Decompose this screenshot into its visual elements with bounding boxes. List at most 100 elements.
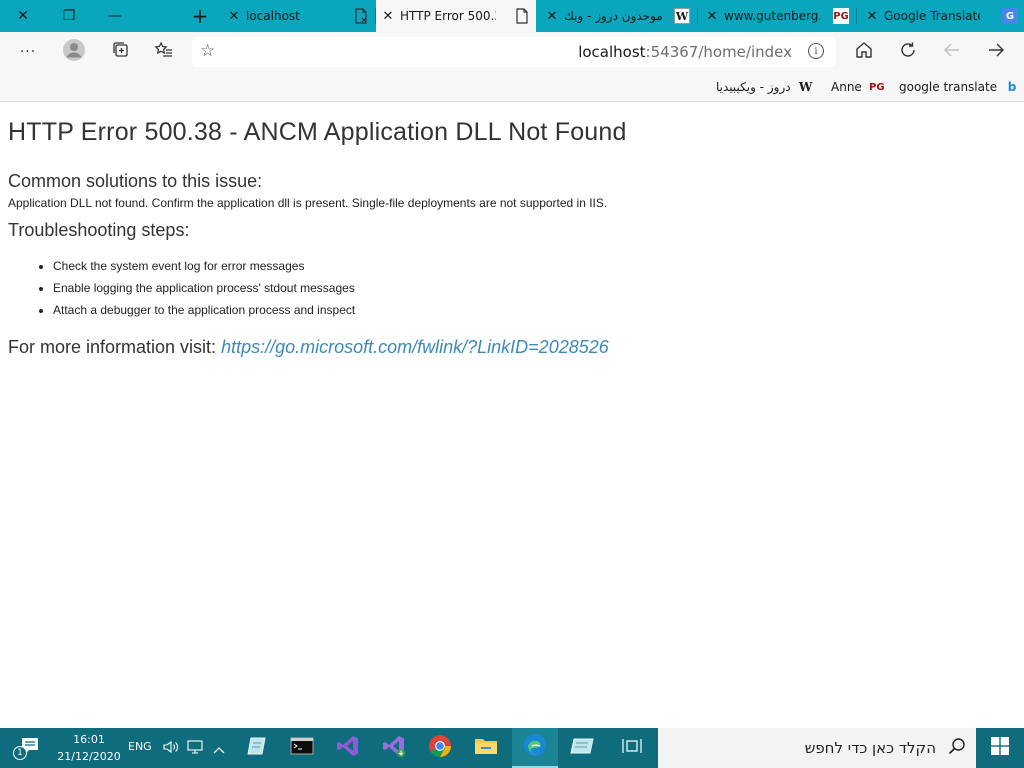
network-icon [187, 739, 203, 758]
favorites-list-icon [154, 41, 174, 64]
taskbar-app-notes[interactable] [236, 728, 278, 768]
visual-studio-icon [336, 734, 360, 762]
wikipedia-icon: W [798, 80, 813, 94]
settings-more-button[interactable]: ··· [12, 36, 44, 68]
volume-button[interactable] [160, 728, 182, 768]
page-icon [514, 8, 530, 24]
more-info-link[interactable]: https://go.microsoft.com/fwlink/?LinkID=… [221, 337, 609, 357]
notepad-icon [246, 736, 268, 760]
visual-studio-installer-icon [382, 734, 406, 762]
notification-icon: 1 [13, 736, 41, 760]
collections-button[interactable] [105, 36, 137, 68]
back-button[interactable] [980, 36, 1012, 68]
address-text[interactable]: localhost:54367/home/index [578, 43, 792, 61]
troubleshooting-heading: Troubleshooting steps: [8, 220, 190, 240]
tab-google-translate[interactable]: ✕ Google Translate G [860, 0, 1024, 32]
taskbar-app-chrome[interactable] [418, 728, 462, 768]
action-center-button[interactable]: 1 [8, 728, 52, 768]
notification-badge: 1 [13, 746, 27, 760]
start-button[interactable] [976, 728, 1024, 768]
forward-button[interactable] [936, 36, 968, 68]
tab-separator [856, 8, 857, 24]
gutenberg-icon: PG [869, 81, 885, 93]
star-icon[interactable]: ☆ [200, 41, 215, 61]
tab-title: Google Translate [884, 9, 980, 23]
tab-gutenberg[interactable]: ✕ www.gutenberg.o PG [700, 0, 855, 32]
clock-time: 16:01 [73, 733, 105, 746]
tab-title: HTTP Error 500.38 [400, 9, 496, 23]
tab-title: موحدون دروز - ويك [564, 9, 663, 23]
search-placeholder: הקלד כאן כדי לחפש [804, 739, 936, 757]
task-view-icon [622, 737, 642, 759]
info-icon[interactable]: i [808, 43, 824, 59]
close-tab-icon[interactable]: ✕ [860, 9, 884, 24]
more-icon: ··· [19, 44, 37, 60]
home-icon [855, 41, 873, 64]
restore-icon: ❐ [62, 8, 76, 24]
address-bar[interactable]: ☆ localhost:54367/home/index i [192, 37, 836, 67]
tab-separator [697, 8, 698, 24]
page-error-icon [353, 8, 369, 24]
tab-druze-wikipedia[interactable]: ✕ موحدون دروز - ويك W [540, 0, 696, 32]
clock[interactable]: 16:01 21/12/2020 [56, 731, 122, 765]
solutions-heading: Common solutions to this issue: [8, 171, 263, 191]
language-indicator[interactable]: ENG [128, 740, 152, 753]
task-view-button[interactable] [610, 728, 654, 768]
show-hidden-icons-button[interactable] [208, 728, 230, 768]
search-icon [948, 737, 966, 760]
taskbar-app-file-explorer[interactable] [464, 728, 508, 768]
troubleshooting-list: Check the system event log for error mes… [53, 255, 1008, 321]
close-tab-icon[interactable]: ✕ [540, 9, 564, 24]
page-title: HTTP Error 500.38 - ANCM Application DLL… [8, 118, 627, 146]
minimize-icon: — [108, 8, 122, 24]
favorites-bar: دروز - ويكيبيديا W Anne PG google transl… [0, 72, 1024, 102]
list-item: Enable logging the application process' … [53, 277, 1008, 299]
home-button[interactable] [848, 36, 880, 68]
favorite-druze-wikipedia[interactable]: دروز - ويكيبيديا W [716, 77, 815, 97]
list-item: Attach a debugger to the application pro… [53, 299, 1008, 321]
taskbar-app-edge[interactable] [512, 728, 558, 768]
gutenberg-icon: PG [833, 8, 849, 24]
close-window-button[interactable]: ✕ [0, 0, 46, 32]
more-info: For more information visit: https://go.m… [8, 337, 1008, 358]
close-tab-icon[interactable]: ✕ [376, 9, 400, 24]
tab-localhost[interactable]: ✕ localhost [222, 0, 375, 32]
taskbar-app-visual-studio-installer[interactable] [372, 728, 416, 768]
windows-taskbar: 1 16:01 21/12/2020 ENG הקלד כאן כדי לחפש [0, 728, 1024, 768]
edge-icon [523, 733, 547, 761]
new-tab-button[interactable]: + [178, 0, 222, 32]
list-item: Check the system event log for error mes… [53, 255, 1008, 277]
close-tab-icon[interactable]: ✕ [222, 9, 246, 24]
close-tab-icon[interactable]: ✕ [700, 9, 724, 24]
wikipedia-icon: W [674, 8, 690, 24]
browser-title-bar: ✕ ❐ — + ✕ localhost ✕ HTTP Error 500.38 … [0, 0, 1024, 32]
taskbar-app-keyboard[interactable] [560, 728, 604, 768]
tab-http-error[interactable]: ✕ HTTP Error 500.38 [376, 0, 536, 32]
clock-date: 21/12/2020 [57, 750, 121, 763]
restore-window-button[interactable]: ❐ [46, 0, 92, 32]
network-button[interactable] [184, 728, 206, 768]
taskbar-app-visual-studio[interactable] [326, 728, 370, 768]
avatar [62, 38, 86, 67]
refresh-button[interactable] [892, 36, 924, 68]
taskbar-search-box[interactable]: הקלד כאן כדי לחפש [658, 728, 976, 768]
arrow-left-icon [943, 41, 961, 64]
profile-button[interactable] [58, 36, 90, 68]
bing-icon: b [1007, 80, 1017, 94]
chevron-up-icon [213, 739, 225, 758]
arrow-right-icon [987, 41, 1005, 64]
more-info-label: For more information visit: [8, 337, 222, 357]
chrome-icon [428, 734, 452, 762]
keyboard-icon [570, 737, 594, 759]
taskbar-app-terminal[interactable] [280, 728, 324, 768]
favorite-label: google translate [899, 80, 998, 94]
folder-icon [474, 736, 498, 760]
terminal-icon [290, 736, 314, 760]
favorite-anne[interactable]: Anne PG [831, 77, 886, 97]
favorites-button[interactable] [148, 36, 180, 68]
favorite-label: دروز - ويكيبيديا [716, 80, 791, 94]
favorite-google-translate[interactable]: google translate b [899, 77, 1021, 97]
minimize-window-button[interactable]: — [92, 0, 138, 32]
google-translate-icon: G [1002, 8, 1018, 24]
windows-logo-icon [991, 737, 1009, 759]
